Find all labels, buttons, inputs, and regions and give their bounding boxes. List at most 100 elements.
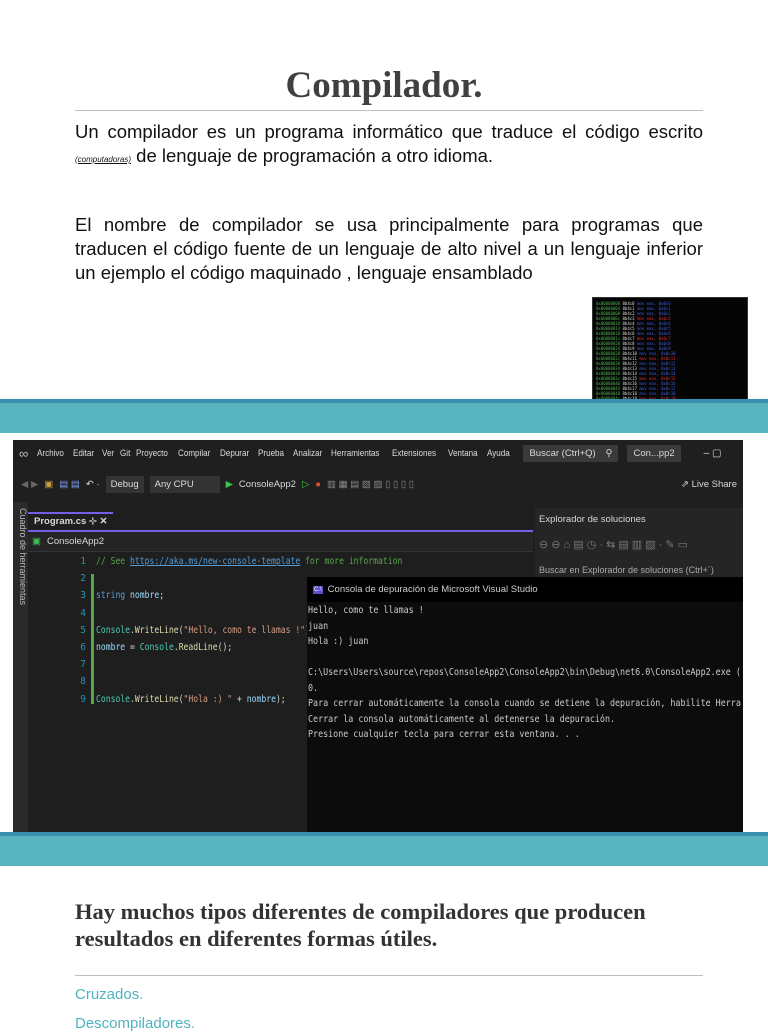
- run-nodebug-icon[interactable]: ▷: [302, 479, 309, 490]
- code-token: "Hello, como te llamas !": [183, 624, 306, 636]
- code-token: "Hola :) ": [183, 693, 233, 705]
- console-app-icon: C:\: [313, 585, 323, 594]
- code-line[interactable]: nombre = Console.ReadLine();: [96, 642, 232, 653]
- line-number: 5: [80, 624, 86, 636]
- console-line: Cerrar la consola automáticamente al det…: [308, 713, 616, 725]
- code-token: // See: [96, 556, 131, 567]
- footnote-link[interactable]: (computadoras): [75, 155, 131, 164]
- solution-explorer-title: Explorador de soluciones: [539, 514, 646, 525]
- code-token: WriteLine: [134, 624, 179, 636]
- console-line: juan: [308, 620, 329, 632]
- project-icon: ▣: [32, 536, 41, 547]
- run-icon[interactable]: ▶: [226, 479, 233, 490]
- window-controls[interactable]: – ▢: [704, 448, 722, 459]
- code-token: WriteLine: [134, 693, 179, 705]
- debug-console-window: C:\ Consola de depuración de Microsoft Vi…: [307, 577, 743, 832]
- code-token: for more information: [300, 556, 403, 567]
- navigation-bar[interactable]: ▣ ConsoleApp2: [28, 532, 533, 552]
- line-number: 9: [80, 693, 86, 705]
- code-line[interactable]: Console.WriteLine("Hello, como te llamas…: [96, 625, 315, 636]
- code-line[interactable]: Console.WriteLine("Hola :) " + nombre);: [96, 694, 286, 705]
- menu-item-proyecto[interactable]: Proyecto: [136, 448, 168, 459]
- visual-studio-screenshot: ∞ Archivo Editar Ver Git Proyecto Compilar Dep…: [13, 440, 743, 832]
- solution-explorer-toolbar-icons[interactable]: ⊖ ⊖ ⌂ ▤ ◷ · ⇆ ▤ ▥ ▧ · ✎ ▭: [539, 538, 688, 551]
- text: Un compilador es un programa informático…: [75, 121, 703, 142]
- menu-item-git[interactable]: Git: [120, 448, 130, 459]
- menu-item-editar[interactable]: Editar: [73, 448, 94, 459]
- code-token: );: [275, 693, 286, 705]
- project-dropdown[interactable]: ConsoleApp2: [47, 536, 104, 547]
- code-token: nombre: [96, 642, 126, 653]
- solution-search-input[interactable]: Buscar en Explorador de soluciones (Ctrl…: [539, 565, 714, 575]
- new-file-icon[interactable]: ▣: [44, 479, 53, 490]
- close-icon[interactable]: ⊹ ✕: [89, 516, 108, 527]
- tab-program-cs[interactable]: Program.cs ⊹ ✕: [28, 512, 114, 530]
- line-number: 6: [80, 642, 86, 653]
- console-title-bar: C:\ Consola de depuración de Microsoft Vi…: [307, 577, 743, 602]
- menu-item-depurar[interactable]: Depurar: [220, 448, 249, 459]
- text: de lenguaje de programación a otro idiom…: [131, 145, 494, 166]
- console-line: Presione cualquier tecla para cerrar est…: [308, 729, 580, 740]
- line-number: 3: [80, 590, 86, 602]
- code-token: string: [96, 590, 131, 602]
- menu-item-compilar[interactable]: Compilar: [178, 448, 210, 459]
- toolbar-icons[interactable]: ▥ ▦ ▤ ▧ ▨ ▯ ▯ ▯ ▯: [327, 479, 414, 490]
- back-forward-icon[interactable]: ◀ ▶: [21, 479, 38, 490]
- code-token: =: [125, 642, 140, 653]
- code-token: https://aka.ms/new-console-template: [130, 556, 301, 567]
- menu-item-archivo[interactable]: Archivo: [37, 448, 64, 459]
- code-line[interactable]: string nombre;: [96, 590, 164, 601]
- run-button[interactable]: ConsoleApp2: [239, 479, 296, 490]
- live-share-label: Live Share: [691, 478, 737, 490]
- menu-bar: ∞ Archivo Editar Ver Git Proyecto Compilar Dep…: [13, 440, 743, 466]
- menu-item-extensiones[interactable]: Extensiones: [392, 448, 436, 459]
- search-label: Buscar (Ctrl+Q): [529, 447, 596, 459]
- line-number: 1: [80, 556, 86, 567]
- menu-item-ventana[interactable]: Ventana: [448, 448, 478, 459]
- live-share-button[interactable]: ⇗ Live Share: [681, 479, 743, 490]
- hot-reload-icon[interactable]: ●: [315, 479, 321, 490]
- line-number: 4: [80, 607, 86, 619]
- divider: [75, 110, 703, 111]
- solution-name-badge: Con...pp2: [627, 444, 681, 462]
- code-token: ();: [217, 642, 233, 653]
- code-token: Console: [96, 624, 131, 636]
- menu-item-prueba[interactable]: Prueba: [258, 448, 284, 459]
- code-token: ;: [159, 590, 165, 602]
- menu-item-herramientas[interactable]: Herramientas: [331, 448, 379, 459]
- console-line: Hola :) juan: [308, 636, 369, 647]
- toolbar: ◀ ▶ ▣ ▤ ▤ ↶ · Debug Any CPU ▶ ConsoleApp…: [13, 470, 743, 498]
- page-title: Compilador.: [285, 65, 483, 106]
- line-number: 7: [80, 659, 86, 671]
- save-icon[interactable]: ▤ ▤: [59, 479, 80, 490]
- menu-item-ayuda[interactable]: Ayuda: [487, 448, 510, 459]
- code-token: +: [232, 693, 247, 705]
- tab-label: Program.cs: [34, 516, 87, 527]
- search-box[interactable]: Buscar (Ctrl+Q) ⚲: [523, 444, 619, 462]
- section-heading: Hay muchos tipos diferentes de compilado…: [75, 899, 646, 951]
- console-line: Hello, como te llamas !: [308, 605, 424, 616]
- console-line: Para cerrar automáticamente la consola c…: [308, 698, 741, 709]
- console-line: C:\Users\Users\source\repos\ConsoleApp2\…: [308, 667, 741, 678]
- change-bar: [91, 574, 94, 704]
- search-icon: ⚲: [605, 447, 613, 459]
- code-token: Console: [139, 642, 174, 653]
- platform-select[interactable]: Any CPU: [149, 475, 220, 493]
- config-select[interactable]: Debug: [105, 475, 144, 493]
- paragraph-usage: El nombre de compilador se usa principal…: [75, 214, 703, 283]
- divider: [75, 975, 703, 976]
- decorative-band: [0, 399, 768, 433]
- menu-item-analizar[interactable]: Analizar: [293, 448, 322, 459]
- undo-icon[interactable]: ↶ ·: [86, 479, 100, 490]
- menu-item-ver[interactable]: Ver: [102, 448, 114, 459]
- toolbox-strip[interactable]: Cuadro de herramientas: [13, 502, 28, 832]
- list-item: Cruzados.: [75, 986, 144, 1003]
- line-number: 8: [80, 676, 86, 688]
- line-number: 2: [80, 573, 86, 585]
- vs-logo-icon: ∞: [19, 445, 29, 461]
- console-line: 0.: [308, 682, 319, 694]
- decorative-band: [0, 832, 768, 866]
- code-token: nombre: [246, 693, 276, 705]
- code-token: ReadLine: [178, 642, 218, 653]
- code-line[interactable]: // See https://aka.ms/new-console-templa…: [96, 556, 402, 567]
